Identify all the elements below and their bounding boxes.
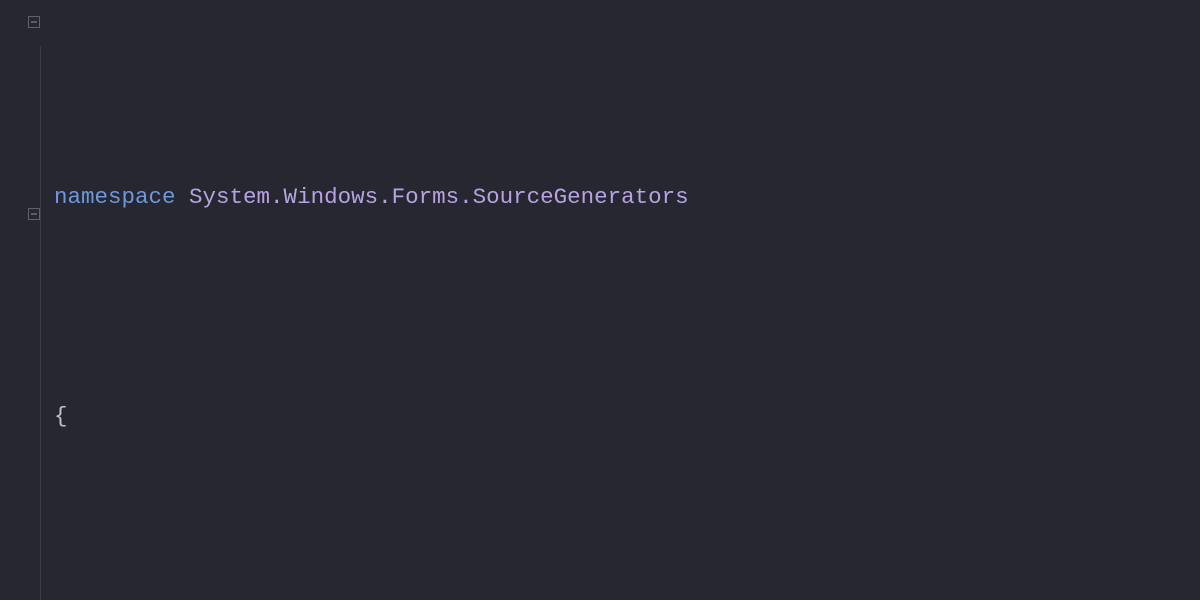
code-line[interactable]: { xyxy=(46,395,1200,439)
keyword-namespace: namespace xyxy=(54,184,176,210)
namespace-name: System.Windows.Forms.SourceGenerators xyxy=(189,184,689,210)
indent-guide xyxy=(40,46,41,600)
gutter xyxy=(0,0,46,600)
code-area[interactable]: namespace System.Windows.Forms.SourceGen… xyxy=(46,0,1200,600)
code-editor[interactable]: namespace System.Windows.Forms.SourceGen… xyxy=(0,0,1200,600)
fold-toggle-icon[interactable] xyxy=(28,16,40,28)
fold-toggle-icon[interactable] xyxy=(28,208,40,220)
brace-open: { xyxy=(54,403,68,429)
code-line[interactable]: namespace System.Windows.Forms.SourceGen… xyxy=(46,176,1200,220)
